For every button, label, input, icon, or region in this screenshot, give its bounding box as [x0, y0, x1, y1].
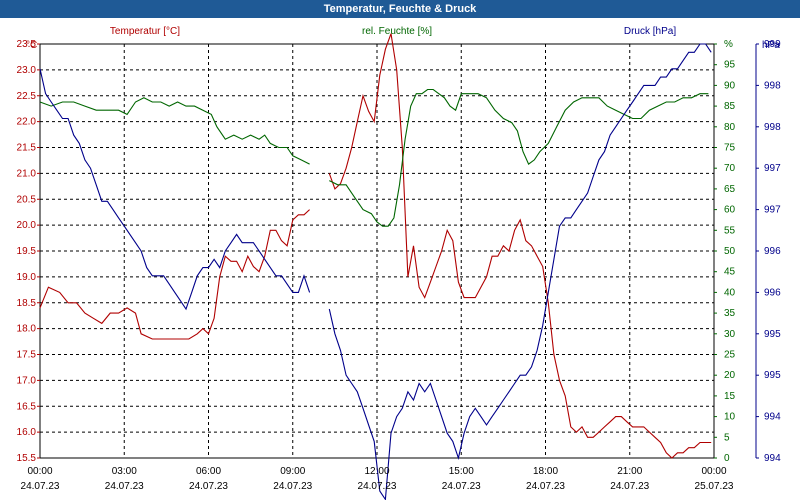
humidity-tick-label: 65 — [724, 184, 736, 195]
humidity-tick-label: 85 — [724, 101, 736, 112]
pressure-tick-label: 996 — [764, 246, 781, 257]
window-title: Temperatur, Feuchte & Druck — [0, 0, 800, 18]
temperature-tick-label: 16.5 — [17, 401, 37, 412]
temperature-tick-label: 23.0 — [17, 65, 37, 76]
x-tick-time: 06:00 — [196, 466, 221, 477]
pressure-tick-label: 995 — [764, 329, 781, 340]
pressure-tick-label: 996 — [764, 287, 781, 298]
x-tick-time: 00:00 — [701, 466, 726, 477]
x-tick-time: 18:00 — [533, 466, 558, 477]
pressure-tick-label: 998 — [764, 122, 781, 133]
x-tick-date: 24.07.23 — [21, 481, 60, 492]
x-tick-date: 24.07.23 — [189, 481, 228, 492]
humidity-tick-label: 45 — [724, 267, 736, 278]
temperature-tick-label: 21.0 — [17, 168, 37, 179]
temperature-tick-label: 19.5 — [17, 246, 37, 257]
x-tick-time: 03:00 — [112, 466, 137, 477]
humidity-tick-label: 50 — [724, 246, 736, 257]
temperature-tick-label: 18.5 — [17, 298, 37, 309]
x-tick-time: 00:00 — [27, 466, 52, 477]
pressure-tick-label: 994 — [764, 453, 781, 464]
humidity-axis-title: rel. Feuchte [%] — [362, 26, 432, 37]
pressure-tick-label: 998 — [764, 80, 781, 91]
temperature-unit-label: °C — [26, 40, 37, 51]
x-tick-time: 21:00 — [617, 466, 642, 477]
x-tick-date: 24.07.23 — [358, 481, 397, 492]
temperature-tick-label: 21.5 — [17, 143, 37, 154]
humidity-tick-label: 80 — [724, 122, 736, 133]
pressure-tick-label: 994 — [764, 412, 781, 423]
pressure-unit-label: hPa — [762, 40, 780, 51]
pressure-axis-title: Druck [hPa] — [624, 26, 676, 37]
pressure-tick-label: 995 — [764, 370, 781, 381]
humidity-tick-label: 70 — [724, 163, 736, 174]
x-tick-time: 09:00 — [280, 466, 305, 477]
pressure-tick-label: 997 — [764, 163, 781, 174]
humidity-tick-label: 95 — [724, 60, 736, 71]
temperature-tick-label: 19.0 — [17, 272, 37, 283]
humidity-tick-label: 0 — [724, 453, 730, 464]
humidity-tick-label: 30 — [724, 329, 736, 340]
humidity-tick-label: 10 — [724, 412, 736, 423]
humidity-tick-label: % — [724, 39, 733, 50]
pressure-tick-label: 997 — [764, 205, 781, 216]
humidity-tick-label: 90 — [724, 80, 736, 91]
x-tick-date: 24.07.23 — [610, 481, 649, 492]
temperature-tick-label: 20.0 — [17, 220, 37, 231]
x-tick-time: 15:00 — [449, 466, 474, 477]
humidity-tick-label: 15 — [724, 391, 736, 402]
temperature-tick-label: 20.5 — [17, 194, 37, 205]
temperature-tick-label: 22.0 — [17, 117, 37, 128]
humidity-tick-label: 25 — [724, 350, 736, 361]
temperature-tick-label: 15.5 — [17, 453, 37, 464]
x-tick-date: 25.07.23 — [695, 481, 734, 492]
temperature-tick-label: 22.5 — [17, 91, 37, 102]
temperature-axis-title: Temperatur [°C] — [110, 26, 180, 37]
x-tick-date: 24.07.23 — [442, 481, 481, 492]
x-tick-time: 12:00 — [364, 466, 389, 477]
x-tick-date: 24.07.23 — [105, 481, 144, 492]
humidity-tick-label: 75 — [724, 143, 736, 154]
chart-canvas: 00:00 24.07.23 03:00 24.07.23 06:00 24.07.23 0… — [0, 18, 800, 500]
humidity-tick-label: 5 — [724, 432, 730, 443]
x-tick-date: 24.07.23 — [526, 481, 565, 492]
humidity-tick-label: 55 — [724, 225, 736, 236]
temperature-tick-label: 16.0 — [17, 427, 37, 438]
humidity-tick-label: 35 — [724, 308, 736, 319]
humidity-tick-label: 60 — [724, 205, 736, 216]
humidity-tick-label: 20 — [724, 370, 736, 381]
temperature-tick-label: 18.0 — [17, 324, 37, 335]
temperature-tick-label: 17.0 — [17, 375, 37, 386]
humidity-tick-label: 40 — [724, 287, 736, 298]
temperature-tick-label: 17.5 — [17, 350, 37, 361]
x-tick-date: 24.07.23 — [273, 481, 312, 492]
